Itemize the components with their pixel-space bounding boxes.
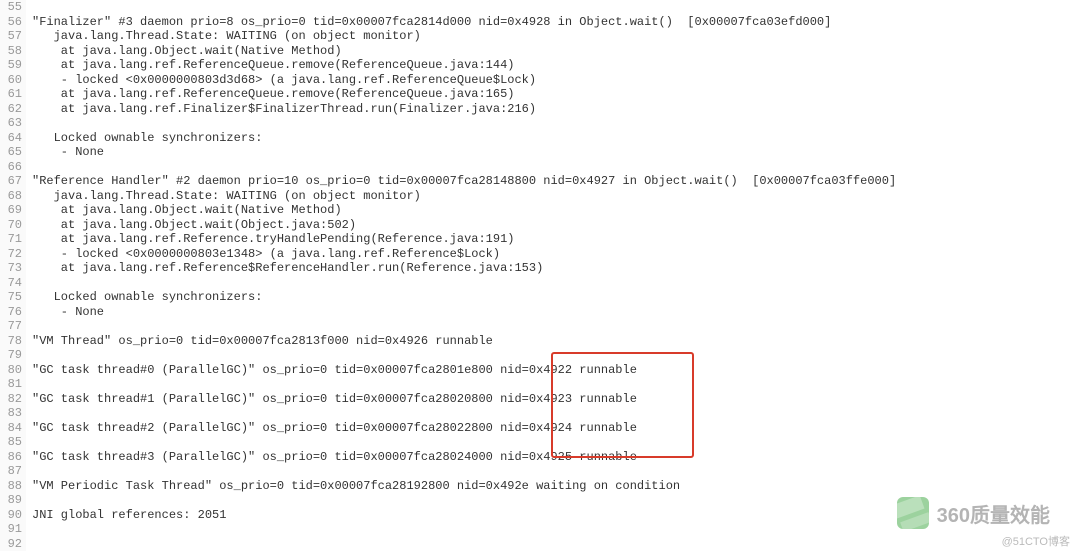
code-line: Locked ownable synchronizers: — [32, 290, 1080, 305]
line-number: 62 — [0, 102, 22, 117]
line-number: 79 — [0, 348, 22, 363]
code-line: at java.lang.Object.wait(Native Method) — [32, 44, 1080, 59]
line-number: 69 — [0, 203, 22, 218]
code-line — [32, 435, 1080, 450]
code-editor: 5556575859606162636465666768697071727374… — [0, 0, 1080, 551]
code-line: "GC task thread#1 (ParallelGC)" os_prio=… — [32, 392, 1080, 407]
line-number: 76 — [0, 305, 22, 320]
line-number: 66 — [0, 160, 22, 175]
code-line: at java.lang.ref.ReferenceQueue.remove(R… — [32, 58, 1080, 73]
watermark-primary: 360质量效能 — [897, 497, 1050, 529]
line-number: 68 — [0, 189, 22, 204]
code-line — [32, 319, 1080, 334]
line-number: 88 — [0, 479, 22, 494]
line-number: 60 — [0, 73, 22, 88]
wechat-icon — [897, 497, 929, 529]
code-line: "GC task thread#3 (ParallelGC)" os_prio=… — [32, 450, 1080, 465]
line-number: 65 — [0, 145, 22, 160]
line-number: 91 — [0, 522, 22, 537]
line-number: 90 — [0, 508, 22, 523]
line-number: 84 — [0, 421, 22, 436]
code-line: - None — [32, 145, 1080, 160]
code-line: at java.lang.Object.wait(Native Method) — [32, 203, 1080, 218]
code-line: Locked ownable synchronizers: — [32, 131, 1080, 146]
line-number: 92 — [0, 537, 22, 552]
line-number: 70 — [0, 218, 22, 233]
line-number: 78 — [0, 334, 22, 349]
code-line: - locked <0x0000000803e1348> (a java.lan… — [32, 247, 1080, 262]
watermark-secondary: @51CTO博客 — [1002, 533, 1070, 549]
code-line — [32, 0, 1080, 15]
line-number: 86 — [0, 450, 22, 465]
line-number-gutter: 5556575859606162636465666768697071727374… — [0, 0, 26, 551]
line-number: 58 — [0, 44, 22, 59]
code-line: at java.lang.ref.Reference.tryHandlePend… — [32, 232, 1080, 247]
code-line — [32, 406, 1080, 421]
line-number: 77 — [0, 319, 22, 334]
code-line: "Finalizer" #3 daemon prio=8 os_prio=0 t… — [32, 15, 1080, 30]
code-line: - None — [32, 305, 1080, 320]
line-number: 71 — [0, 232, 22, 247]
code-line: at java.lang.Object.wait(Object.java:502… — [32, 218, 1080, 233]
code-line: - locked <0x0000000803d3d68> (a java.lan… — [32, 73, 1080, 88]
code-line — [32, 160, 1080, 175]
code-line — [32, 377, 1080, 392]
line-number: 63 — [0, 116, 22, 131]
line-number: 72 — [0, 247, 22, 262]
code-line: at java.lang.ref.Finalizer$FinalizerThre… — [32, 102, 1080, 117]
code-line: "Reference Handler" #2 daemon prio=10 os… — [32, 174, 1080, 189]
line-number: 59 — [0, 58, 22, 73]
code-line — [32, 537, 1080, 552]
code-line — [32, 348, 1080, 363]
code-line: "GC task thread#2 (ParallelGC)" os_prio=… — [32, 421, 1080, 436]
line-number: 89 — [0, 493, 22, 508]
line-number: 57 — [0, 29, 22, 44]
line-number: 81 — [0, 377, 22, 392]
line-number: 73 — [0, 261, 22, 276]
line-number: 82 — [0, 392, 22, 407]
code-line — [32, 276, 1080, 291]
line-number: 85 — [0, 435, 22, 450]
watermark-text: 360质量效能 — [937, 499, 1050, 528]
line-number: 74 — [0, 276, 22, 291]
code-line: java.lang.Thread.State: WAITING (on obje… — [32, 29, 1080, 44]
code-line: "VM Periodic Task Thread" os_prio=0 tid=… — [32, 479, 1080, 494]
code-line — [32, 464, 1080, 479]
code-line: "GC task thread#0 (ParallelGC)" os_prio=… — [32, 363, 1080, 378]
line-number: 56 — [0, 15, 22, 30]
line-number: 87 — [0, 464, 22, 479]
code-content[interactable]: "Finalizer" #3 daemon prio=8 os_prio=0 t… — [26, 0, 1080, 551]
line-number: 64 — [0, 131, 22, 146]
code-line: at java.lang.ref.Reference$ReferenceHand… — [32, 261, 1080, 276]
line-number: 61 — [0, 87, 22, 102]
code-line: java.lang.Thread.State: WAITING (on obje… — [32, 189, 1080, 204]
line-number: 75 — [0, 290, 22, 305]
code-line: at java.lang.ref.ReferenceQueue.remove(R… — [32, 87, 1080, 102]
line-number: 83 — [0, 406, 22, 421]
line-number: 67 — [0, 174, 22, 189]
code-line: "VM Thread" os_prio=0 tid=0x00007fca2813… — [32, 334, 1080, 349]
line-number: 80 — [0, 363, 22, 378]
code-line — [32, 116, 1080, 131]
line-number: 55 — [0, 0, 22, 15]
